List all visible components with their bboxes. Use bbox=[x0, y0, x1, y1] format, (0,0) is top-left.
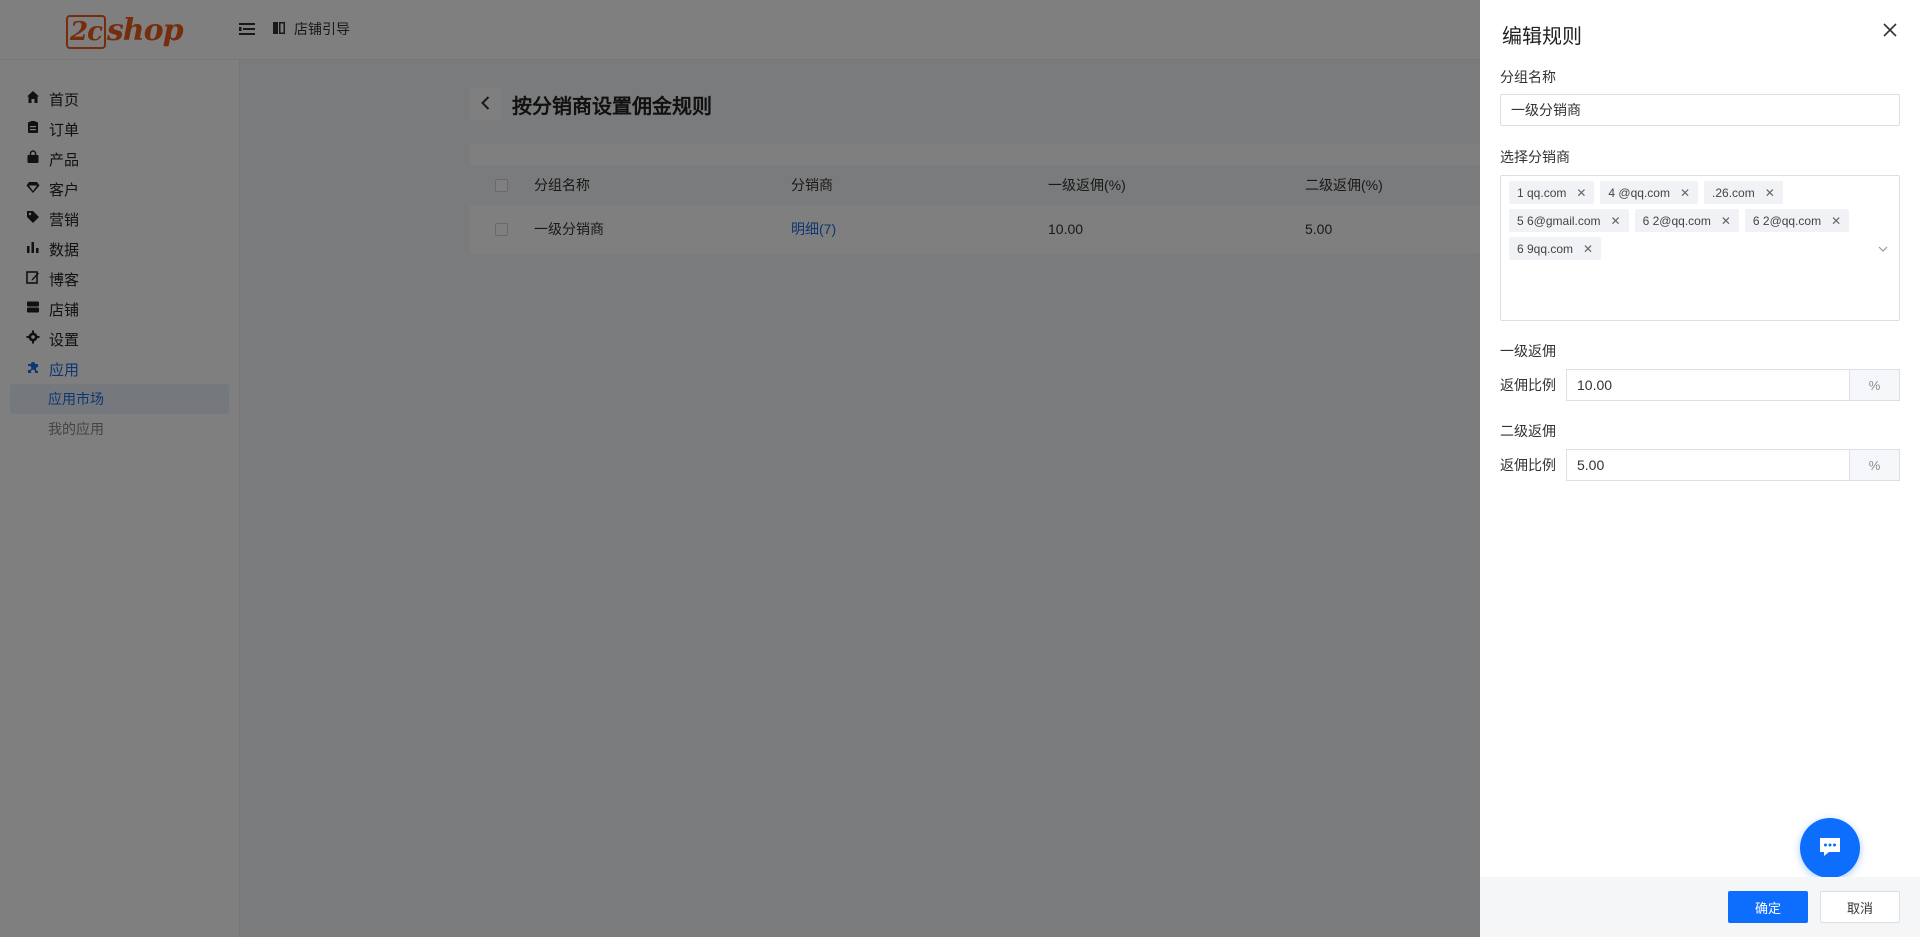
level2-commission-label: 二级返佣 bbox=[1500, 423, 1556, 439]
remove-tag-icon[interactable]: ✕ bbox=[1831, 214, 1841, 228]
group-name-input[interactable]: 一级分销商 bbox=[1500, 94, 1900, 126]
chat-support-button[interactable] bbox=[1800, 818, 1860, 878]
remove-tag-icon[interactable]: ✕ bbox=[1583, 242, 1593, 256]
percent-suffix: % bbox=[1849, 449, 1900, 481]
distributor-tag: 6 2@qq.com ✕ bbox=[1744, 209, 1850, 232]
cancel-button[interactable]: 取消 bbox=[1820, 891, 1900, 923]
chat-icon bbox=[1817, 834, 1843, 863]
distributor-tag-label: 1 qq.com bbox=[1517, 185, 1567, 200]
distributor-tag: 6 2@qq.com ✕ bbox=[1634, 209, 1739, 232]
remove-tag-icon[interactable]: ✕ bbox=[1680, 186, 1690, 200]
group-name-label: 分组名称 bbox=[1500, 69, 1556, 85]
distributor-tag-label: 4 @qq.com bbox=[1608, 185, 1670, 200]
close-icon[interactable] bbox=[1880, 20, 1900, 40]
level1-commission-label: 一级返佣 bbox=[1500, 343, 1556, 359]
distributor-tag: 4 @qq.com ✕ bbox=[1600, 181, 1699, 204]
distributor-tag-label: 5 6@gmail.com bbox=[1517, 213, 1601, 228]
remove-tag-icon[interactable]: ✕ bbox=[1576, 186, 1586, 200]
remove-tag-icon[interactable]: ✕ bbox=[1611, 214, 1621, 228]
distributor-tag: 1 qq.com ✕ bbox=[1509, 181, 1595, 204]
level1-rate-row: 返佣比例 10.00 % bbox=[1500, 369, 1900, 401]
confirm-button[interactable]: 确定 bbox=[1728, 891, 1808, 923]
edit-rule-drawer: 编辑规则 分组名称 一级分销商 选择分销商 1 qq.com ✕ 4 @qq.com… bbox=[1480, 0, 1920, 937]
drawer-footer: 确定 取消 bbox=[1480, 877, 1920, 937]
percent-suffix: % bbox=[1849, 369, 1900, 401]
distributor-multiselect[interactable]: 1 qq.com ✕ 4 @qq.com ✕ .26.com ✕ 5 6@gmail.co… bbox=[1500, 175, 1900, 321]
distributor-tag-label: .26.com bbox=[1712, 185, 1755, 200]
distributor-tag: 6 9qq.com ✕ bbox=[1509, 237, 1602, 260]
distributor-tag: .26.com ✕ bbox=[1704, 181, 1783, 204]
level2-rate-input[interactable]: 5.00 bbox=[1566, 449, 1849, 481]
distributor-tag: 5 6@gmail.com ✕ bbox=[1509, 209, 1629, 232]
level1-rate-label: 返佣比例 bbox=[1500, 377, 1556, 393]
tag-list: 1 qq.com ✕ 4 @qq.com ✕ .26.com ✕ 5 6@gmail.co… bbox=[1509, 181, 1859, 260]
distributor-tag-label: 6 2@qq.com bbox=[1752, 213, 1822, 228]
chevron-down-icon[interactable] bbox=[1877, 242, 1889, 254]
level2-rate-label: 返佣比例 bbox=[1500, 457, 1556, 473]
remove-tag-icon[interactable]: ✕ bbox=[1765, 186, 1775, 200]
drawer-title: 编辑规则 bbox=[1502, 26, 1582, 48]
distributor-tag-label: 6 9qq.com bbox=[1517, 241, 1574, 256]
distributor-tag-label: 6 2@qq.com bbox=[1642, 213, 1711, 228]
level2-rate-row: 返佣比例 5.00 % bbox=[1500, 449, 1900, 481]
distributor-select-label: 选择分销商 bbox=[1500, 149, 1570, 165]
level1-rate-input[interactable]: 10.00 bbox=[1566, 369, 1849, 401]
remove-tag-icon[interactable]: ✕ bbox=[1721, 214, 1731, 228]
